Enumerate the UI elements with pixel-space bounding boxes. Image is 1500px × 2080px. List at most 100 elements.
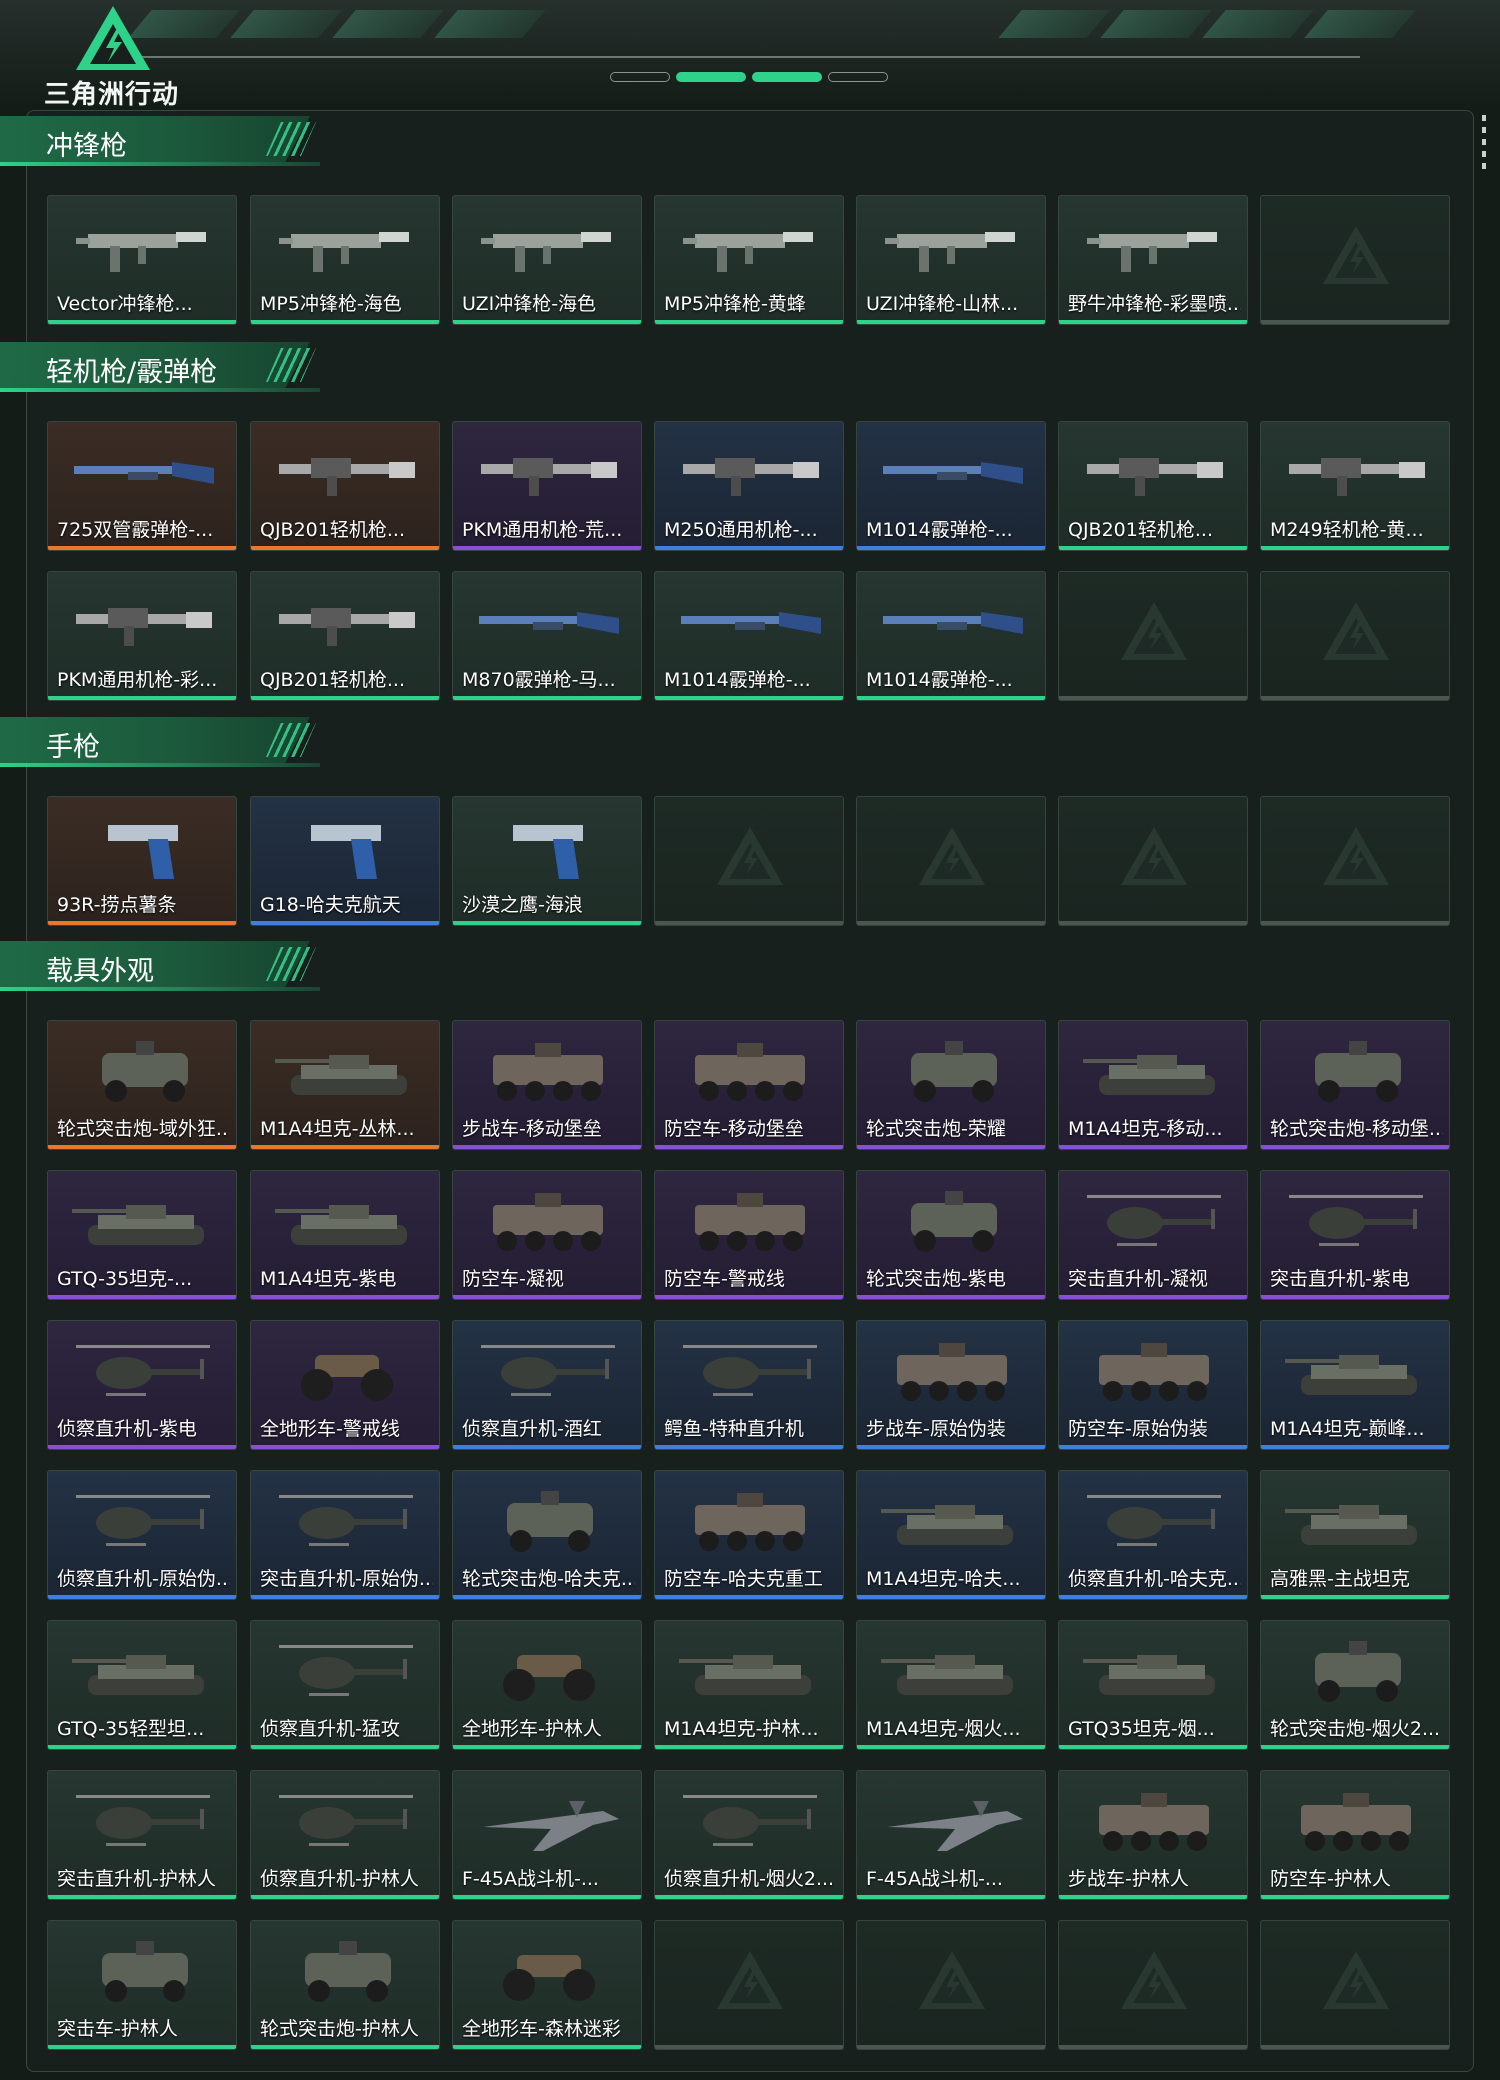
skin-card[interactable]: M1A4坦克-移动...: [1058, 1020, 1248, 1150]
skin-name: 轮式突击炮-荣耀: [866, 1118, 1006, 1140]
skin-name: 突击直升机-原始伪...: [260, 1568, 433, 1590]
skin-card[interactable]: 野牛冲锋枪-彩墨喷...: [1058, 195, 1248, 325]
skin-name: 突击车-护林人: [57, 2018, 178, 2040]
skin-card[interactable]: PKM通用机枪-荒...: [452, 421, 642, 551]
skin-name: QJB201轻机枪...: [1068, 519, 1213, 541]
skin-card[interactable]: 轮式突击炮-移动堡...: [1260, 1020, 1450, 1150]
skin-card[interactable]: F-45A战斗机-...: [452, 1770, 642, 1900]
skin-card[interactable]: 突击直升机-紫电: [1260, 1170, 1450, 1300]
skin-card[interactable]: 防空车-原始伪装: [1058, 1320, 1248, 1450]
empty-slot: [654, 1920, 844, 2050]
skin-card[interactable]: M1014霰弹枪-...: [856, 421, 1046, 551]
skin-card[interactable]: M1A4坦克-紫电: [250, 1170, 440, 1300]
skin-card[interactable]: QJB201轻机枪...: [1058, 421, 1248, 551]
smg-icon: [76, 232, 206, 272]
skin-card[interactable]: 725双管霰弹枪-...: [47, 421, 237, 551]
skin-card[interactable]: 防空车-警戒线: [654, 1170, 844, 1300]
smg-icon: [279, 232, 409, 272]
skin-card[interactable]: 突击车-护林人: [47, 1920, 237, 2050]
skin-card[interactable]: M250通用机枪-...: [654, 421, 844, 551]
skin-card[interactable]: 侦察直升机-酒红: [452, 1320, 642, 1450]
armored-car-icon: [102, 1041, 188, 1102]
rarity-bar: [453, 2045, 641, 2049]
skin-card[interactable]: M1A4坦克-哈夫...: [856, 1470, 1046, 1600]
page-indicator-active[interactable]: [676, 72, 746, 82]
apc-icon: [493, 1193, 603, 1251]
skin-card[interactable]: M1A4坦克-丛林...: [250, 1020, 440, 1150]
skin-card[interactable]: 侦察直升机-哈夫克...: [1058, 1470, 1248, 1600]
skin-card[interactable]: 全地形车-护林人: [452, 1620, 642, 1750]
empty-slot: [1260, 571, 1450, 701]
skin-name: 防空车-警戒线: [664, 1268, 785, 1290]
apc-icon: [695, 1493, 805, 1551]
skin-card[interactable]: 侦察直升机-烟火2...: [654, 1770, 844, 1900]
skin-card[interactable]: 防空车-移动堡垒: [654, 1020, 844, 1150]
skin-card[interactable]: 高雅黑-主战坦克: [1260, 1470, 1450, 1600]
skin-card[interactable]: 侦察直升机-原始伪...: [47, 1470, 237, 1600]
skin-card[interactable]: 全地形车-警戒线: [250, 1320, 440, 1450]
skin-card[interactable]: 侦察直升机-猛攻: [250, 1620, 440, 1750]
skin-name: 全地形车-护林人: [462, 1718, 602, 1740]
skin-name: 沙漠之鹰-海浪: [462, 894, 583, 916]
rarity-bar: [1059, 921, 1247, 925]
placeholder-icon: [717, 827, 783, 885]
helicopter-icon: [76, 1795, 210, 1846]
skin-card[interactable]: 步战车-护林人: [1058, 1770, 1248, 1900]
armored-car-icon: [1315, 1041, 1401, 1102]
skin-card[interactable]: 鳄鱼-特种直升机: [654, 1320, 844, 1450]
skin-card[interactable]: 轮式突击炮-紫电: [856, 1170, 1046, 1300]
section-title: 载具外观: [46, 956, 154, 987]
skin-card[interactable]: 步战车-移动堡垒: [452, 1020, 642, 1150]
skin-card[interactable]: UZI冲锋枪-海色: [452, 195, 642, 325]
skin-card[interactable]: PKM通用机枪-彩...: [47, 571, 237, 701]
skin-card[interactable]: 轮式突击炮-域外狂...: [47, 1020, 237, 1150]
skin-card[interactable]: 侦察直升机-护林人: [250, 1770, 440, 1900]
skin-card[interactable]: 轮式突击炮-荣耀: [856, 1020, 1046, 1150]
skin-card[interactable]: UZI冲锋枪-山林...: [856, 195, 1046, 325]
skin-card[interactable]: 全地形车-森林迷彩: [452, 1920, 642, 2050]
skin-card[interactable]: M1014霰弹枪-...: [654, 571, 844, 701]
armored-car-icon: [911, 1191, 997, 1252]
skin-card[interactable]: M870霰弹枪-马...: [452, 571, 642, 701]
skin-card[interactable]: 突击直升机-护林人: [47, 1770, 237, 1900]
rarity-bar: [1059, 1445, 1247, 1449]
skin-card[interactable]: M1A4坦克-烟火...: [856, 1620, 1046, 1750]
skin-name: 725双管霰弹枪-...: [57, 519, 214, 541]
page-indicator[interactable]: [828, 72, 888, 82]
scrollbar[interactable]: [1482, 115, 1486, 175]
rarity-bar: [655, 1745, 843, 1749]
skin-card[interactable]: MP5冲锋枪-海色: [250, 195, 440, 325]
page-indicator[interactable]: [610, 72, 670, 82]
skin-card[interactable]: M1A4坦克-护林...: [654, 1620, 844, 1750]
apc-icon: [1301, 1793, 1411, 1851]
skin-card[interactable]: 防空车-凝视: [452, 1170, 642, 1300]
skin-name: MP5冲锋枪-黄蜂: [664, 293, 806, 315]
skin-card[interactable]: 侦察直升机-紫电: [47, 1320, 237, 1450]
skin-card[interactable]: G18-哈夫克航天: [250, 796, 440, 926]
rarity-bar: [857, 921, 1045, 925]
skin-card[interactable]: GTQ-35轻型坦...: [47, 1620, 237, 1750]
skin-card[interactable]: 93R-捞点薯条: [47, 796, 237, 926]
skin-card[interactable]: 轮式突击炮-烟火2...: [1260, 1620, 1450, 1750]
skin-card[interactable]: 轮式突击炮-哈夫克...: [452, 1470, 642, 1600]
page-indicator-active[interactable]: [752, 72, 822, 82]
skin-card[interactable]: 突击直升机-原始伪...: [250, 1470, 440, 1600]
skin-card[interactable]: M1A4坦克-巅峰...: [1260, 1320, 1450, 1450]
skin-card[interactable]: QJB201轻机枪...: [250, 571, 440, 701]
skin-card[interactable]: Vector冲锋枪...: [47, 195, 237, 325]
skin-card[interactable]: 防空车-哈夫克重工: [654, 1470, 844, 1600]
skin-card[interactable]: 步战车-原始伪装: [856, 1320, 1046, 1450]
skin-card[interactable]: M249轻机枪-黄...: [1260, 421, 1450, 551]
skin-card[interactable]: 突击直升机-凝视: [1058, 1170, 1248, 1300]
skin-card[interactable]: 防空车-护林人: [1260, 1770, 1450, 1900]
skin-card[interactable]: 沙漠之鹰-海浪: [452, 796, 642, 926]
skin-card[interactable]: M1014霰弹枪-...: [856, 571, 1046, 701]
skin-card[interactable]: GTQ35坦克-烟...: [1058, 1620, 1248, 1750]
skin-card[interactable]: QJB201轻机枪...: [250, 421, 440, 551]
skin-name: 轮式突击炮-烟火2...: [1270, 1718, 1441, 1740]
skin-card[interactable]: 轮式突击炮-护林人: [250, 1920, 440, 2050]
skin-card[interactable]: MP5冲锋枪-黄蜂: [654, 195, 844, 325]
skin-card[interactable]: F-45A战斗机-...: [856, 1770, 1046, 1900]
skin-card[interactable]: GTQ-35坦克-...: [47, 1170, 237, 1300]
helicopter-icon: [279, 1795, 413, 1846]
